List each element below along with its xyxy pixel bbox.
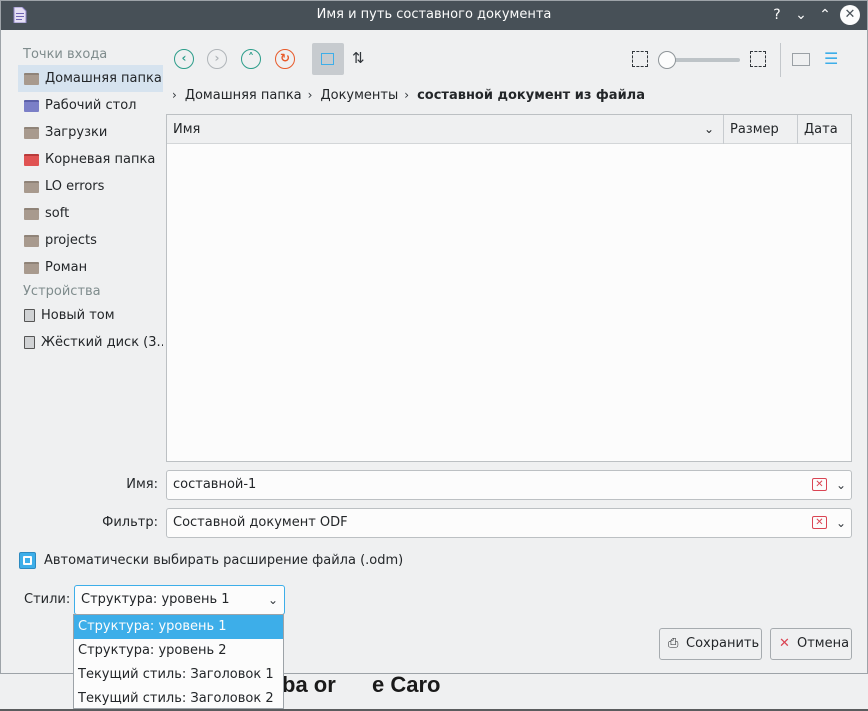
column-header-name[interactable]: Имя [167, 115, 724, 144]
drive-icon [24, 309, 35, 322]
icon-view-icon [321, 53, 334, 65]
cancel-button-label: Отмена [797, 636, 850, 651]
auto-extension-label: Автоматически выбирать расширение файла … [44, 553, 404, 568]
chevron-down-icon[interactable]: ⌄ [268, 586, 278, 614]
save-button-label: Сохранить [686, 636, 760, 651]
chevron-right-icon: › [404, 88, 410, 102]
styles-value: Структура: уровень 1 [81, 592, 230, 607]
sidebar-item-soft[interactable]: soft [18, 200, 163, 227]
downloads-folder-icon [24, 126, 39, 139]
sidebar-item-projects[interactable]: projects [18, 227, 163, 254]
background-text: e Caro [372, 672, 441, 697]
places-sidebar: Точки входа Домашняя папка Рабочий стол … [18, 44, 163, 462]
sidebar-item-label: Новый том [41, 308, 115, 323]
chevron-down-icon[interactable]: ⌄ [836, 471, 846, 499]
styles-option[interactable]: Текущий стиль: Заголовок 1 [74, 663, 283, 687]
column-header-size[interactable]: Размер [724, 115, 798, 144]
filter-combo[interactable]: Составной документ ODF ✕ ⌄ [166, 508, 852, 538]
breadcrumb-item-home[interactable]: Домашняя папка [185, 88, 302, 103]
sidebar-item-lo-errors[interactable]: LO errors [18, 173, 163, 200]
harddisk-icon [24, 336, 35, 349]
filter-label: Фильтр: [102, 515, 158, 530]
window-title: Имя и путь составного документа [316, 7, 552, 22]
file-toolbar: ‹ › ˄ ↻ ⇅ ☰ [166, 43, 856, 77]
root-folder-icon [24, 153, 39, 166]
cancel-icon: ✕ [779, 636, 790, 651]
sidebar-item-label: Жёсткий диск (3... [41, 335, 163, 350]
breadcrumb: › Домашняя папка › Документы › составной… [166, 85, 645, 105]
file-list-header: Имя ⌄ Размер Дата [167, 115, 851, 144]
sort-order-icon[interactable]: ⇅ [352, 49, 365, 67]
sidebar-item-label: Корневая папка [45, 152, 156, 167]
zoom-out-icon[interactable] [632, 51, 648, 67]
sidebar-item-root[interactable]: Корневая папка [18, 146, 163, 173]
checkbox-mark [23, 556, 32, 565]
sidebar-item-desktop[interactable]: Рабочий стол [18, 92, 163, 119]
file-list[interactable]: Имя ⌄ Размер Дата [166, 114, 852, 462]
sidebar-item-downloads[interactable]: Загрузки [18, 119, 163, 146]
styles-option[interactable]: Текущий стиль: Заголовок 2 [74, 687, 283, 711]
sidebar-item-label: Рабочий стол [45, 98, 137, 113]
folder-icon [24, 234, 39, 247]
forward-button[interactable]: › [207, 49, 227, 69]
filter-value: Составной документ ODF [173, 515, 348, 530]
desktop-folder-icon [24, 99, 39, 112]
sidebar-item-home[interactable]: Домашняя папка [18, 65, 163, 92]
folder-icon [24, 180, 39, 193]
back-button[interactable]: ‹ [174, 49, 194, 69]
sidebar-item-new-volume[interactable]: Новый том [18, 302, 163, 329]
name-label: Имя: [126, 477, 158, 492]
chevron-right-icon: › [307, 88, 313, 102]
save-button[interactable]: ⎙ Сохранить [659, 628, 762, 660]
help-button[interactable]: ? [767, 5, 787, 25]
save-icon: ⎙ [668, 636, 679, 651]
styles-combo[interactable]: Структура: уровень 1 ⌄ [74, 585, 285, 615]
filename-input[interactable]: составной-1 ✕ ⌄ [166, 470, 852, 500]
sidebar-item-label: LO errors [45, 179, 105, 194]
clear-icon[interactable]: ✕ [812, 478, 827, 491]
titlebar: Имя и путь составного документа ? ⌄ ⌃ ✕ [1, 1, 867, 30]
clear-icon[interactable]: ✕ [812, 516, 827, 529]
breadcrumb-item-current[interactable]: составной документ из файла [417, 88, 645, 103]
sidebar-item-label: projects [45, 233, 97, 248]
chevron-down-icon: ⌄ [704, 122, 715, 136]
column-header-date[interactable]: Дата [798, 115, 853, 144]
up-folder-button[interactable]: ˄ [241, 49, 261, 69]
background-text: ba or [282, 672, 336, 697]
styles-label: Стили: [24, 592, 71, 607]
options-icon[interactable]: ☰ [824, 49, 838, 68]
zoom-slider[interactable] [666, 58, 740, 62]
minimize-button[interactable]: ⌄ [791, 5, 811, 25]
styles-dropdown-list: Структура: уровень 1 Структура: уровень … [73, 614, 284, 709]
cancel-button[interactable]: ✕ Отмена [770, 628, 852, 660]
places-heading: Точки входа [23, 47, 108, 62]
toolbar-separator [780, 43, 781, 77]
zoom-slider-handle[interactable] [658, 51, 676, 69]
chevron-down-icon[interactable]: ⌄ [836, 509, 846, 537]
maximize-button[interactable]: ⌃ [815, 5, 835, 25]
sidebar-item-label: Роман [45, 260, 88, 275]
styles-option[interactable]: Структура: уровень 1 [74, 615, 283, 639]
home-folder-icon [24, 72, 39, 85]
filename-value: составной-1 [173, 477, 257, 492]
sidebar-item-label: soft [45, 206, 70, 221]
close-button[interactable]: ✕ [840, 5, 860, 25]
sidebar-item-label: Домашняя папка [45, 71, 162, 86]
new-folder-icon[interactable] [792, 53, 810, 66]
folder-icon [24, 261, 39, 274]
styles-option[interactable]: Структура: уровень 2 [74, 639, 283, 663]
sidebar-item-harddisk[interactable]: Жёсткий диск (3... [18, 329, 163, 356]
folder-icon [24, 207, 39, 220]
chevron-right-icon: › [172, 88, 177, 102]
icon-view-toggle[interactable] [312, 43, 344, 75]
sidebar-item-label: Загрузки [45, 125, 108, 140]
auto-extension-checkbox[interactable] [19, 552, 36, 569]
save-dialog: Имя и путь составного документа ? ⌄ ⌃ ✕ … [0, 0, 868, 674]
reload-button[interactable]: ↻ [275, 49, 295, 69]
devices-heading: Устройства [23, 284, 101, 299]
zoom-in-icon[interactable] [750, 51, 766, 67]
sidebar-item-roman[interactable]: Роман [18, 254, 163, 281]
checkbox-fill [25, 558, 30, 563]
breadcrumb-item-documents[interactable]: Документы [320, 88, 398, 103]
